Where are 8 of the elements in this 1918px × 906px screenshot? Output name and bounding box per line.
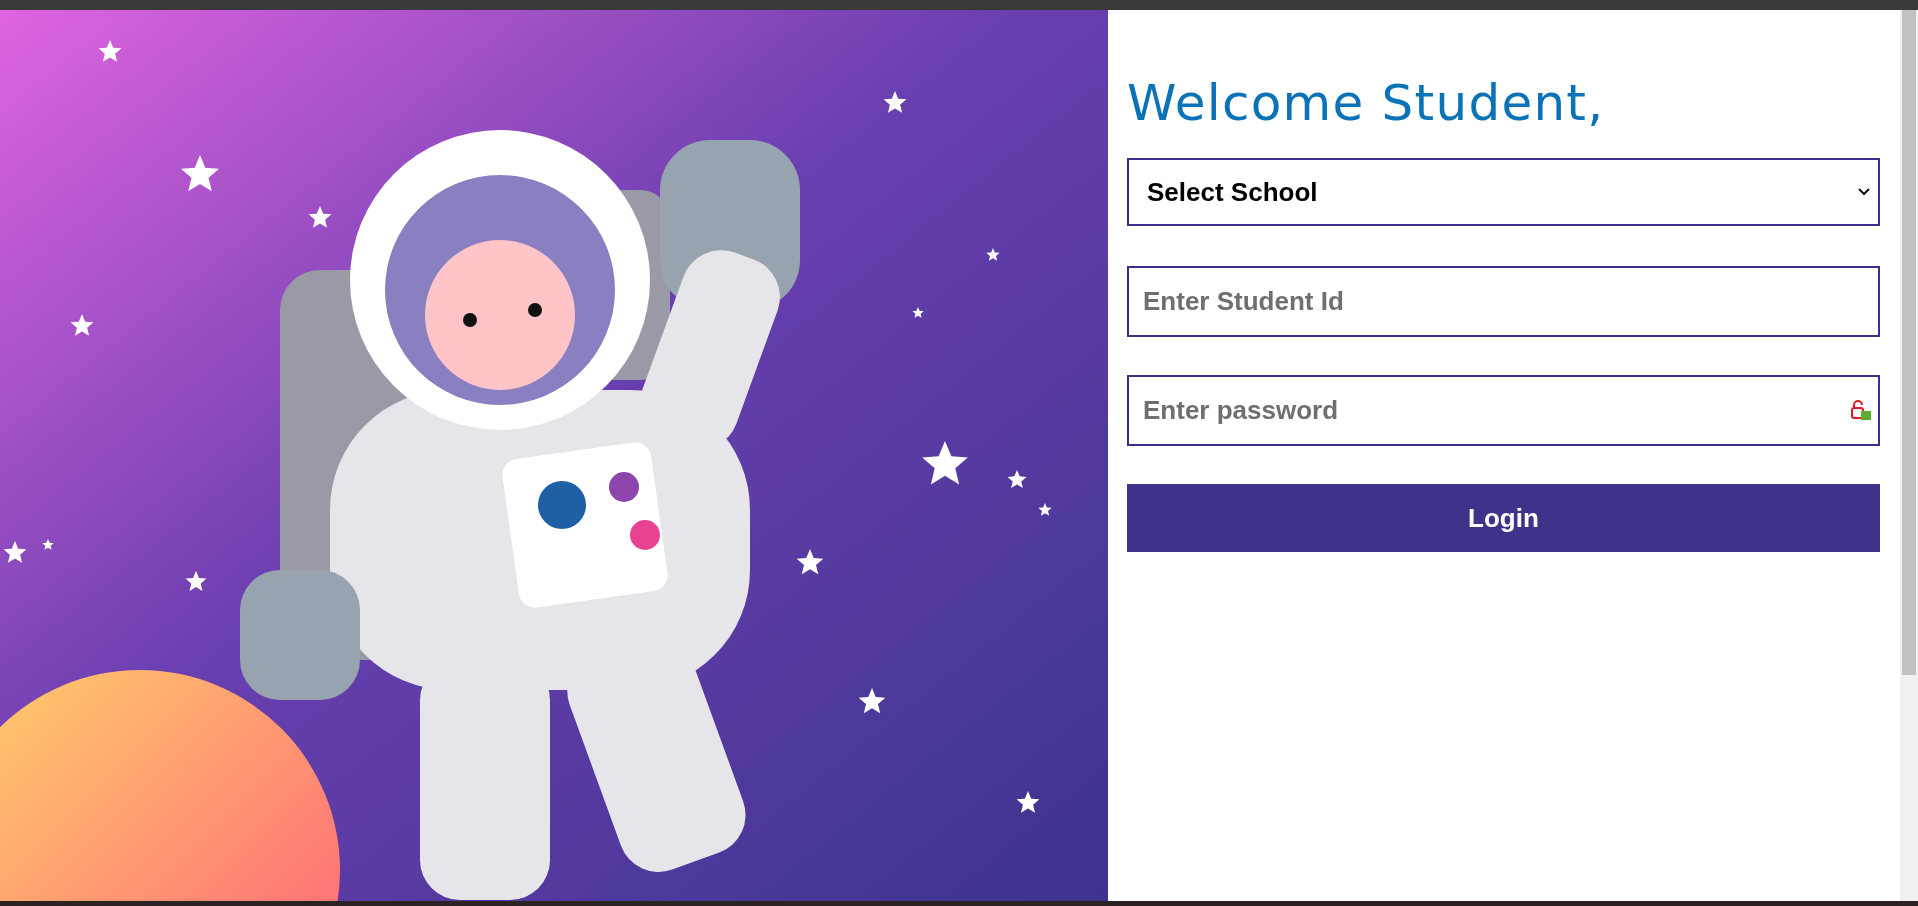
login-button[interactable]: Login: [1127, 484, 1880, 552]
password-field[interactable]: Enter password: [1127, 375, 1880, 446]
password-manager-icon[interactable]: [1850, 399, 1872, 421]
scrollbar-thumb[interactable]: [1902, 10, 1916, 675]
welcome-heading: Welcome Student,: [1127, 74, 1605, 132]
student-id-field[interactable]: Enter Student Id: [1127, 266, 1880, 337]
chevron-down-icon: [1858, 188, 1870, 196]
school-select[interactable]: Select School: [1127, 158, 1880, 226]
